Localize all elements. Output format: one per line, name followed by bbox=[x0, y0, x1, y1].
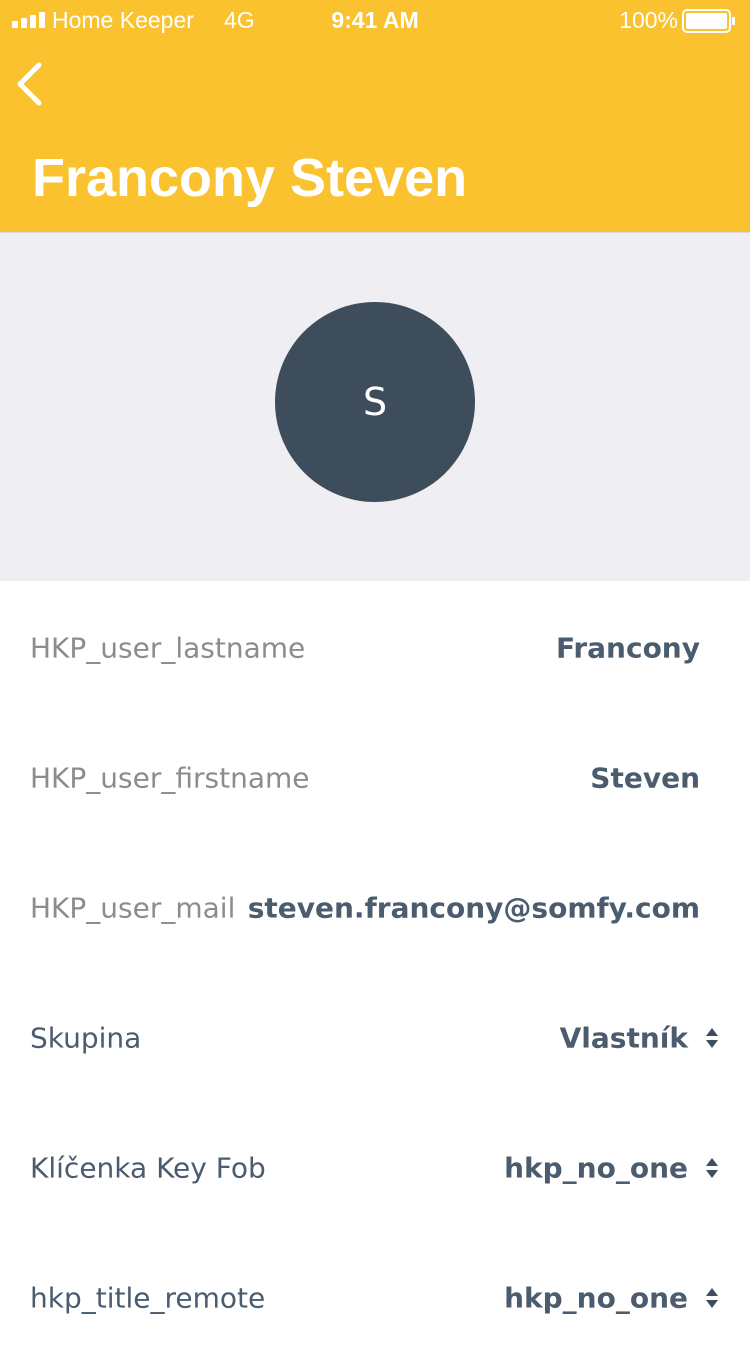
remote-select[interactable]: hkp_title_remote hkp_no_one bbox=[0, 1233, 750, 1363]
group-value: Vlastník bbox=[559, 1021, 688, 1055]
group-select[interactable]: Skupina Vlastník bbox=[0, 973, 750, 1103]
group-label: Skupina bbox=[30, 1021, 142, 1055]
avatar: S bbox=[275, 302, 475, 502]
email-value: steven.francony@somfy.com bbox=[247, 891, 700, 925]
select-arrows-icon bbox=[706, 1028, 718, 1048]
firstname-value: Steven bbox=[590, 761, 700, 795]
remote-label: hkp_title_remote bbox=[30, 1281, 266, 1315]
lastname-value: Francony bbox=[556, 631, 700, 665]
firstname-row: HKP_user_firstname Steven bbox=[0, 713, 750, 843]
key-fob-label: Klíčenka Key Fob bbox=[30, 1151, 266, 1185]
battery-icon bbox=[682, 9, 735, 33]
key-fob-select[interactable]: Klíčenka Key Fob hkp_no_one bbox=[0, 1103, 750, 1233]
key-fob-value: hkp_no_one bbox=[504, 1151, 688, 1185]
status-bar: Home Keeper 4G 9:41 AM 100% bbox=[0, 0, 750, 40]
back-button[interactable] bbox=[10, 56, 54, 112]
remote-value: hkp_no_one bbox=[504, 1281, 688, 1315]
email-row: HKP_user_mail steven.francony@somfy.com bbox=[0, 843, 750, 973]
lastname-label: HKP_user_lastname bbox=[30, 631, 306, 665]
chevron-left-icon bbox=[17, 62, 42, 106]
app-header: Home Keeper 4G 9:41 AM 100% Francony Ste… bbox=[0, 0, 750, 233]
firstname-label: HKP_user_firstname bbox=[30, 761, 310, 795]
select-arrows-icon bbox=[706, 1158, 718, 1178]
page-title: Francony Steven bbox=[32, 148, 468, 208]
select-arrows-icon bbox=[706, 1288, 718, 1308]
email-label: HKP_user_mail bbox=[30, 891, 236, 925]
battery-percentage: 100% bbox=[619, 7, 678, 33]
lastname-row: HKP_user_lastname Francony bbox=[0, 583, 750, 713]
profile-area: S bbox=[0, 233, 750, 581]
